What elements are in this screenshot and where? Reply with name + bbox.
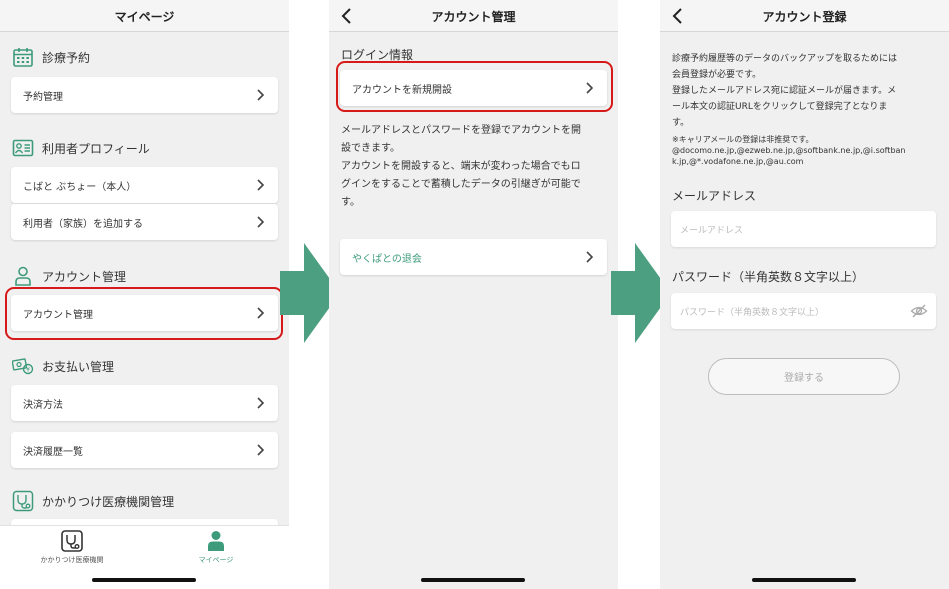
account-manage-screen: アカウント管理 ログイン情報 アカウントを新規開設 メールアドレスとパスワードを… <box>329 0 618 589</box>
section-profile: 利用者プロフィール <box>12 137 150 159</box>
section-account: アカウント管理 <box>12 265 126 287</box>
highlight-box <box>5 287 283 340</box>
section-label: 利用者プロフィール <box>42 141 150 156</box>
section-appointment: 診療予約 <box>12 46 90 68</box>
email-label: メールアドレス <box>672 189 757 203</box>
section-label: 診療予約 <box>42 50 91 65</box>
chevron-right-icon <box>253 178 267 192</box>
section-label: お支払い管理 <box>42 359 115 374</box>
chevron-right-icon <box>253 443 267 457</box>
section-label: アカウント管理 <box>42 269 127 284</box>
add-family-item[interactable]: 利用者（家族）を追加する <box>11 204 278 240</box>
password-placeholder: パスワード（半角英数８文字以上） <box>680 307 825 318</box>
account-description: メールアドレスとパスワードを登録でアカウントを開 設できます。 アカウントを開設… <box>341 125 581 208</box>
id-card-icon <box>12 137 34 159</box>
section-payment: ¥ お支払い管理 <box>12 355 114 377</box>
withdraw-item[interactable]: やくぱとの退会 <box>340 239 607 275</box>
money-icon: ¥ <box>12 355 34 377</box>
person-icon <box>204 529 228 553</box>
item-label: 予約管理 <box>23 91 63 103</box>
appointment-manage-item[interactable]: 予約管理 <box>11 77 278 113</box>
navbar: マイページ <box>0 0 289 32</box>
svg-text:¥: ¥ <box>26 367 30 374</box>
home-indicator <box>92 578 196 582</box>
page-title: アカウント登録 <box>762 10 847 24</box>
chevron-right-icon <box>253 215 267 229</box>
calendar-icon <box>12 46 34 68</box>
chevron-right-icon <box>253 396 267 410</box>
navbar: アカウント管理 <box>329 0 618 32</box>
tab-label: かかりつけ医療機関 <box>40 556 104 564</box>
navbar: アカウント登録 <box>660 0 949 32</box>
home-indicator <box>421 578 525 582</box>
register-intro: 診療予約履歴等のデータのバックアップを取るためには 会員登録が必要です。 登録し… <box>672 54 898 128</box>
page-title: マイページ <box>114 10 175 24</box>
mypage-screen: マイページ 診療予約 予約管理 利用者プロフィール こばと ぶちょー（本人） 利… <box>0 0 289 589</box>
page-title: アカウント管理 <box>431 10 516 24</box>
account-register-screen: アカウント登録 診療予約履歴等のデータのバックアップを取るためには 会員登録が必… <box>660 0 949 589</box>
tab-label: マイページ <box>198 556 234 564</box>
email-field[interactable]: メールアドレス <box>671 211 936 247</box>
payment-history-item[interactable]: 決済履歴一覧 <box>11 432 278 468</box>
chevron-right-icon <box>582 250 596 264</box>
section-clinic: かかりつけ医療機関管理 <box>12 490 174 512</box>
payment-method-item[interactable]: 決済方法 <box>11 385 278 421</box>
tab-mypage[interactable]: マイページ <box>144 529 288 567</box>
person-icon <box>12 265 34 287</box>
home-indicator <box>752 578 856 582</box>
highlight-box <box>336 61 613 112</box>
eye-off-icon[interactable] <box>910 302 928 320</box>
item-label: 利用者（家族）を追加する <box>23 218 143 230</box>
password-label: パスワード（半角英数８文字以上） <box>672 270 865 284</box>
item-label: 決済方法 <box>23 399 63 411</box>
item-label: こばと ぶちょー（本人） <box>23 181 137 193</box>
carrier-mail-note: ※キャリアメールの登録は非推奨です。 @docomo.ne.jp,@ezweb.… <box>672 135 906 166</box>
chevron-right-icon <box>253 88 267 102</box>
register-button[interactable]: 登録する <box>708 358 900 395</box>
user-self-item[interactable]: こばと ぶちょー（本人） <box>11 167 278 203</box>
stethoscope-icon <box>60 529 84 553</box>
tab-clinic[interactable]: かかりつけ医療機関 <box>0 529 144 567</box>
stethoscope-icon <box>12 490 34 512</box>
item-label: 決済履歴一覧 <box>23 446 83 458</box>
section-label: かかりつけ医療機関管理 <box>42 494 175 509</box>
password-field[interactable]: パスワード（半角英数８文字以上） <box>671 293 936 329</box>
item-label: やくぱとの退会 <box>352 253 422 265</box>
